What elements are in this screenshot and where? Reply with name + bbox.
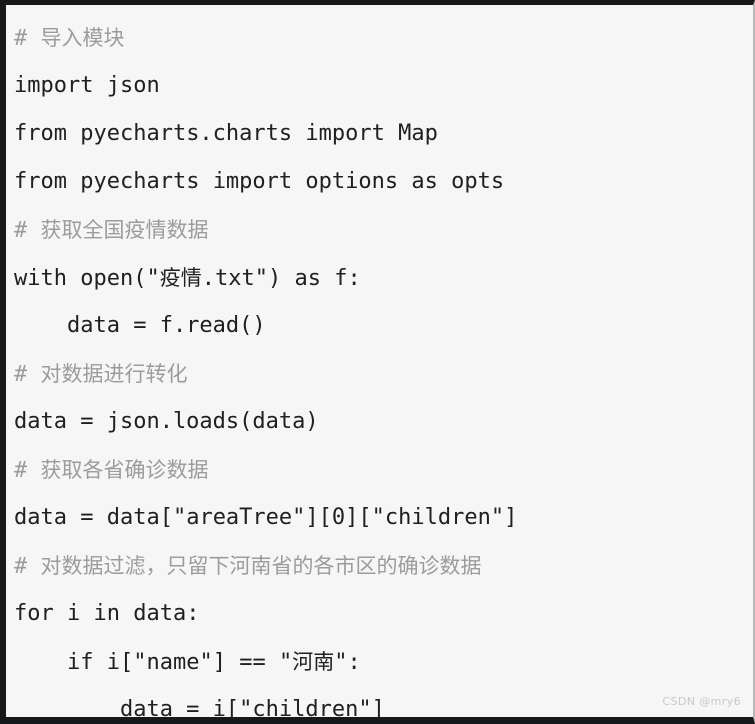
- code-token-plain: :: [347, 650, 361, 675]
- code-token-comment: #: [14, 458, 41, 483]
- code-token-plain: data = f.read(): [14, 313, 266, 338]
- code-token-keyword: for: [14, 601, 54, 626]
- code-line: # 对数据进行转化: [6, 350, 753, 398]
- code-token-plain: open(: [66, 266, 147, 291]
- code-token-plain: options: [292, 169, 412, 194]
- code-line: # 获取全国疫情数据: [6, 206, 753, 254]
- code-token-plain: data = json.loads(data): [14, 409, 319, 434]
- code-token-keyword: as: [411, 169, 438, 194]
- code-token-plain: ][: [345, 505, 372, 530]
- code-token-number: 0: [331, 505, 346, 530]
- code-snippet-window: # 导入模块 import json from pyecharts.charts i…: [0, 0, 755, 724]
- code-token-comment: #: [14, 218, 41, 243]
- code-token-plain: json: [93, 73, 160, 98]
- code-line: data = json.loads(data): [6, 398, 753, 446]
- csdn-watermark: CSDN @mry6: [662, 695, 741, 708]
- code-line: from pyecharts.charts import Map: [6, 110, 753, 158]
- code-token-plain: pyecharts: [66, 169, 213, 194]
- code-token-plain: data = i[: [14, 697, 240, 722]
- code-line: data = i["children"]: [6, 686, 753, 722]
- code-token-string: "areaTree": [172, 505, 306, 530]
- code-token-comment: 对数据过滤，只留下河南省的各市区的确诊数据: [40, 554, 482, 578]
- code-line: import json: [6, 62, 753, 110]
- code-token-plain: pyecharts.charts: [66, 121, 306, 146]
- code-token-plain: ][: [305, 505, 332, 530]
- code-token-string: "name": [133, 650, 213, 675]
- code-token-comment: #: [14, 26, 41, 51]
- code-token-plain: ]: [371, 697, 385, 722]
- code-token-keyword: if: [66, 650, 94, 675]
- code-token-string: .txt": [201, 266, 268, 291]
- code-token-keyword: from: [14, 169, 67, 194]
- code-token-comment: 对数据进行转化: [40, 362, 188, 386]
- code-token-plain: data = data[: [14, 505, 173, 530]
- code-token-keyword: from: [14, 121, 67, 146]
- code-token-comment: 获取各省确诊数据: [40, 458, 209, 482]
- code-token-string: "children": [371, 505, 505, 530]
- code-token-string: 河南: [292, 650, 335, 674]
- code-token-comment: #: [14, 554, 41, 579]
- code-token-plain: data:: [120, 601, 200, 626]
- code-token-comment: 获取全国疫情数据: [40, 218, 209, 242]
- code-token-string: ": [146, 266, 160, 291]
- code-line: with open("疫情.txt") as f:: [6, 254, 753, 302]
- code-token-plain: ] ==: [212, 650, 279, 675]
- code-line: for i in data:: [6, 590, 753, 638]
- code-line: from pyecharts import options as opts: [6, 158, 753, 206]
- code-line: data = f.read(): [6, 302, 753, 350]
- code-block: # 导入模块 import json from pyecharts.charts i…: [6, 5, 753, 722]
- code-token-keyword: as: [294, 266, 321, 291]
- code-line: data = data["areaTree"][0]["children"]: [6, 494, 753, 542]
- code-line: # 获取各省确诊数据: [6, 446, 753, 494]
- code-token-string: ": [334, 650, 348, 675]
- code-token-string: ": [278, 650, 293, 675]
- code-token-string: 疫情: [159, 266, 202, 290]
- code-token-keyword: in: [93, 601, 121, 626]
- code-token-plain: f:: [320, 266, 361, 291]
- code-line: # 导入模块: [6, 14, 753, 62]
- code-token-comment: 导入模块: [40, 26, 125, 50]
- code-token-plain: i: [53, 601, 94, 626]
- code-token-plain: Map: [384, 121, 438, 146]
- code-token-keyword: import: [305, 121, 385, 146]
- code-token-keyword: import: [212, 169, 293, 194]
- code-token-plain: ]: [504, 505, 518, 530]
- code-token-plain: opts: [437, 169, 505, 194]
- code-token-string: "children": [239, 697, 372, 722]
- code-token-keyword: with: [14, 266, 67, 291]
- code-token-plain: ): [267, 266, 295, 291]
- code-token-plain: i[: [93, 650, 134, 675]
- code-token-comment: #: [14, 362, 41, 387]
- code-token-keyword: import: [14, 73, 94, 98]
- code-line: if i["name"] == "河南":: [6, 638, 753, 686]
- code-line: # 对数据过滤，只留下河南省的各市区的确诊数据: [6, 542, 753, 590]
